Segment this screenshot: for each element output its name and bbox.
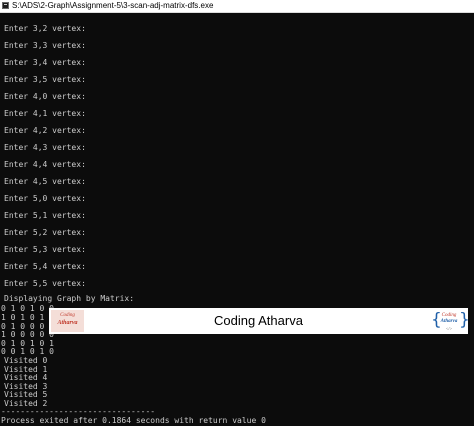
coding-atharva-banner: Coding Atharva Coding Atharva { Coding A… bbox=[49, 308, 470, 334]
console-output[interactable]: Enter 3,2 vertex: Enter 3,3 vertex: Ente… bbox=[0, 12, 474, 426]
prompt-line: Enter 3,4 vertex: bbox=[4, 58, 86, 67]
console-app-icon bbox=[2, 2, 9, 9]
prompt-line: Enter 4,0 vertex: bbox=[4, 92, 86, 101]
prompt-line: Enter 5,0 vertex: bbox=[4, 194, 86, 203]
banner-title: Coding Atharva bbox=[214, 313, 303, 328]
prompt-line: Enter 4,5 vertex: bbox=[4, 177, 86, 186]
exit-message: Process exited after 0.1864 seconds with… bbox=[1, 416, 266, 425]
prompt-line: Enter 4,4 vertex: bbox=[4, 160, 86, 169]
brace-close-icon: } bbox=[459, 310, 470, 330]
prompt-line: Enter 3,3 vertex: bbox=[4, 41, 86, 50]
prompt-line: Enter 5,2 vertex: bbox=[4, 228, 86, 237]
prompt-line: Enter 4,3 vertex: bbox=[4, 143, 86, 152]
prompt-line: Enter 5,3 vertex: bbox=[4, 245, 86, 254]
logo-right-line2: Atharva bbox=[440, 319, 458, 324]
coding-atharva-logo-right: { Coding Atharva </> } bbox=[431, 310, 470, 332]
prompt-line: Enter 3,5 vertex: bbox=[4, 75, 86, 84]
prompt-line: Enter 4,1 vertex: bbox=[4, 109, 86, 118]
prompt-line: Enter 4,2 vertex: bbox=[4, 126, 86, 135]
logo-right-line3: </> bbox=[445, 326, 453, 331]
display-heading: Displaying Graph by Matrix: bbox=[4, 294, 135, 303]
prompt-line: Enter 5,1 vertex: bbox=[4, 211, 86, 220]
prompt-line: Enter 5,5 vertex: bbox=[4, 279, 86, 288]
console-window: S:\ADS\2-Graph\Assignment-5\3-scan-adj-m… bbox=[0, 0, 474, 426]
window-title: S:\ADS\2-Graph\Assignment-5\3-scan-adj-m… bbox=[12, 1, 214, 10]
prompt-line: Enter 3,2 vertex: bbox=[4, 24, 86, 33]
prompt-line: Enter 5,4 vertex: bbox=[4, 262, 86, 271]
